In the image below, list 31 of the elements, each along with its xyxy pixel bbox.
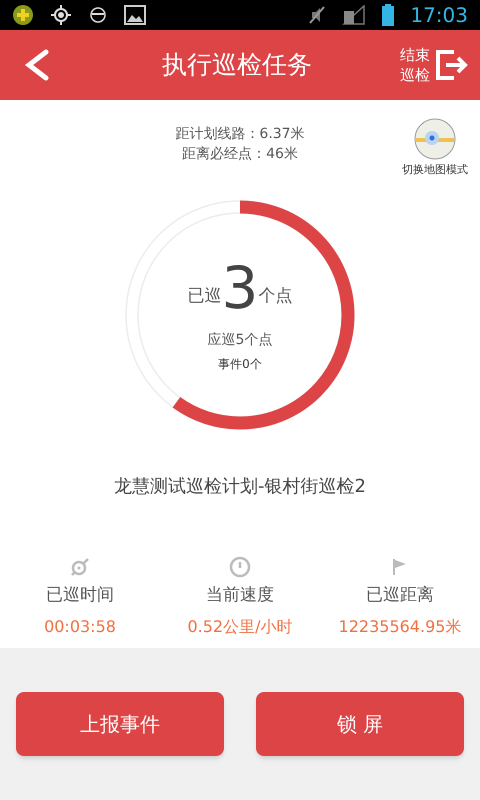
muted-icon [308, 5, 326, 25]
app-logo-icon [12, 4, 34, 26]
page-title: 执行巡检任务 [161, 49, 313, 82]
no-signal-icon [342, 5, 366, 25]
patrolled-count: 3 [222, 258, 258, 318]
required-points: 应巡5个点 [208, 330, 272, 350]
action-button[interactable]: 锁 屏 [256, 692, 464, 756]
event-count: 事件0个 [218, 356, 262, 372]
stat-label: 当前速度 [206, 584, 274, 607]
action-button[interactable]: 上报事件 [16, 692, 224, 756]
stat-label: 已巡距离 [366, 584, 434, 607]
back-icon [24, 49, 50, 81]
map-mode-button[interactable]: 切换地图模式 [402, 118, 468, 180]
distance-text: 距计划线路：6.37米 [175, 125, 305, 144]
stat-label: 已巡时间 [46, 584, 114, 607]
plan-name: 龙慧测试巡检计划-银村街巡检2 [113, 475, 367, 499]
end-patrol-button[interactable]: 结束巡检 [400, 45, 468, 85]
image-icon [124, 5, 146, 25]
exit-icon [434, 48, 468, 82]
location-icon [50, 4, 72, 26]
map-icon [414, 118, 456, 160]
battery-icon [382, 4, 394, 26]
stat-value: 12235564.95米 [338, 616, 462, 638]
clock-time: 17:03 [410, 2, 468, 29]
stat-value: 00:03:58 [44, 616, 116, 638]
distance-text: 距离必经点：46米 [182, 145, 298, 164]
points-label: 个点 [258, 285, 292, 308]
gauge-icon [229, 556, 251, 578]
stat-value: 0.52公里/小时 [187, 616, 292, 638]
patrolled-label: 已巡 [188, 285, 222, 308]
stopwatch-icon [69, 556, 91, 578]
